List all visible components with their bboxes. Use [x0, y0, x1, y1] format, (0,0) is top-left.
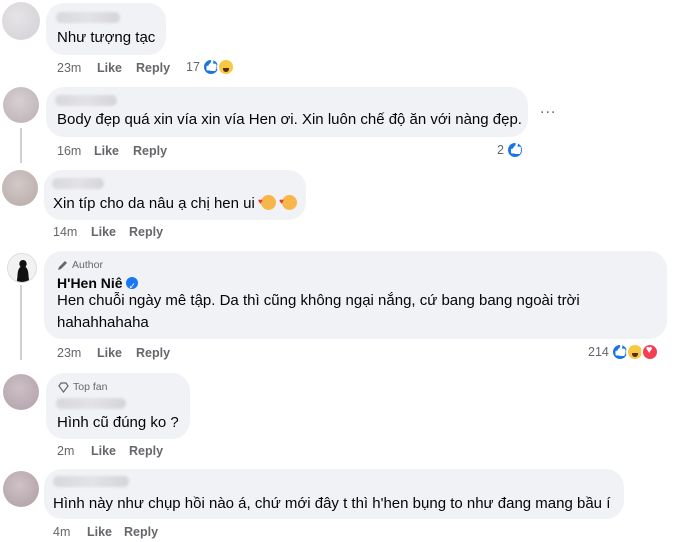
more-options-button[interactable]: ...: [540, 100, 556, 118]
comment-time[interactable]: 16m: [57, 144, 81, 158]
diamond-icon: [58, 381, 69, 393]
reaction-count: 2: [497, 143, 504, 157]
reaction-count: 214: [588, 345, 609, 359]
like-link[interactable]: Like: [97, 346, 122, 360]
comment-text-line1: Hen chuỗi ngày mê tập. Da thì cũng không…: [57, 292, 580, 309]
comment-text: Hình cũ đúng ko ?: [57, 414, 179, 431]
commenter-name[interactable]: [53, 476, 129, 487]
comments-panel: Như tượng tạc 23m Like Reply 17 Body đẹp…: [0, 0, 683, 542]
commenter-name[interactable]: [56, 12, 120, 23]
comment-text: Như tượng tạc: [57, 29, 156, 46]
like-link[interactable]: Like: [91, 225, 116, 239]
like-reaction-icon: [505, 141, 524, 159]
reaction-count: 17: [186, 60, 200, 74]
reply-link[interactable]: Reply: [129, 444, 163, 458]
commenter-avatar[interactable]: [2, 170, 38, 206]
comment-time[interactable]: 23m: [57, 346, 81, 360]
reply-link[interactable]: Reply: [124, 525, 158, 539]
reaction-summary[interactable]: 214: [588, 343, 659, 361]
author-name-text: H'Hen Niê: [57, 275, 123, 291]
commenter-name[interactable]: [52, 178, 104, 189]
commenter-avatar[interactable]: [3, 87, 39, 123]
reaction-summary[interactable]: 2: [497, 141, 524, 159]
pen-icon: [58, 260, 67, 270]
author-avatar[interactable]: [7, 253, 37, 283]
like-link[interactable]: Like: [87, 525, 112, 539]
comment-text-line2: hahahhahaha: [57, 314, 149, 331]
reply-link[interactable]: Reply: [136, 61, 170, 75]
reaction-summary[interactable]: 17: [186, 58, 235, 76]
comment-time[interactable]: 4m: [53, 525, 70, 539]
comment-time[interactable]: 14m: [53, 225, 77, 239]
comment-text: Xin típ cho da nâu ạ chị hen ui: [53, 191, 298, 215]
smiling-face-hearts-icon: [258, 191, 276, 213]
commenter-avatar[interactable]: [2, 2, 40, 40]
comment-time[interactable]: 23m: [57, 61, 81, 75]
like-link[interactable]: Like: [94, 144, 119, 158]
reply-link[interactable]: Reply: [133, 144, 167, 158]
comment-text: Hình này như chụp hồi nào á, chứ mới đây…: [53, 495, 611, 512]
smiling-face-hearts-icon: [279, 191, 298, 213]
verified-badge-icon: [126, 275, 139, 297]
commenter-avatar[interactable]: [3, 471, 39, 507]
haha-reaction-icon: [216, 58, 235, 76]
love-reaction-icon: [640, 343, 659, 361]
like-link[interactable]: Like: [91, 444, 116, 458]
reply-link[interactable]: Reply: [136, 346, 170, 360]
commenter-avatar[interactable]: [3, 374, 39, 410]
top-fan-label: Top fan: [73, 381, 108, 393]
commenter-name[interactable]: [56, 398, 126, 409]
comment-text: Body đẹp quá xin vía xin vía Hen ơi. Xin…: [57, 111, 522, 128]
author-badge-label: Author: [72, 259, 103, 271]
commenter-name[interactable]: [55, 95, 117, 106]
reply-link[interactable]: Reply: [129, 225, 163, 239]
author-avatar-image: [8, 254, 36, 282]
like-link[interactable]: Like: [97, 61, 122, 75]
comment-text-content: Xin típ cho da nâu ạ chị hen ui: [53, 195, 255, 212]
top-fan-badge: Top fan: [58, 381, 107, 393]
thread-line: [20, 285, 22, 360]
comment-time[interactable]: 2m: [57, 444, 74, 458]
author-badge: Author: [57, 259, 103, 271]
thread-line: [20, 128, 22, 163]
